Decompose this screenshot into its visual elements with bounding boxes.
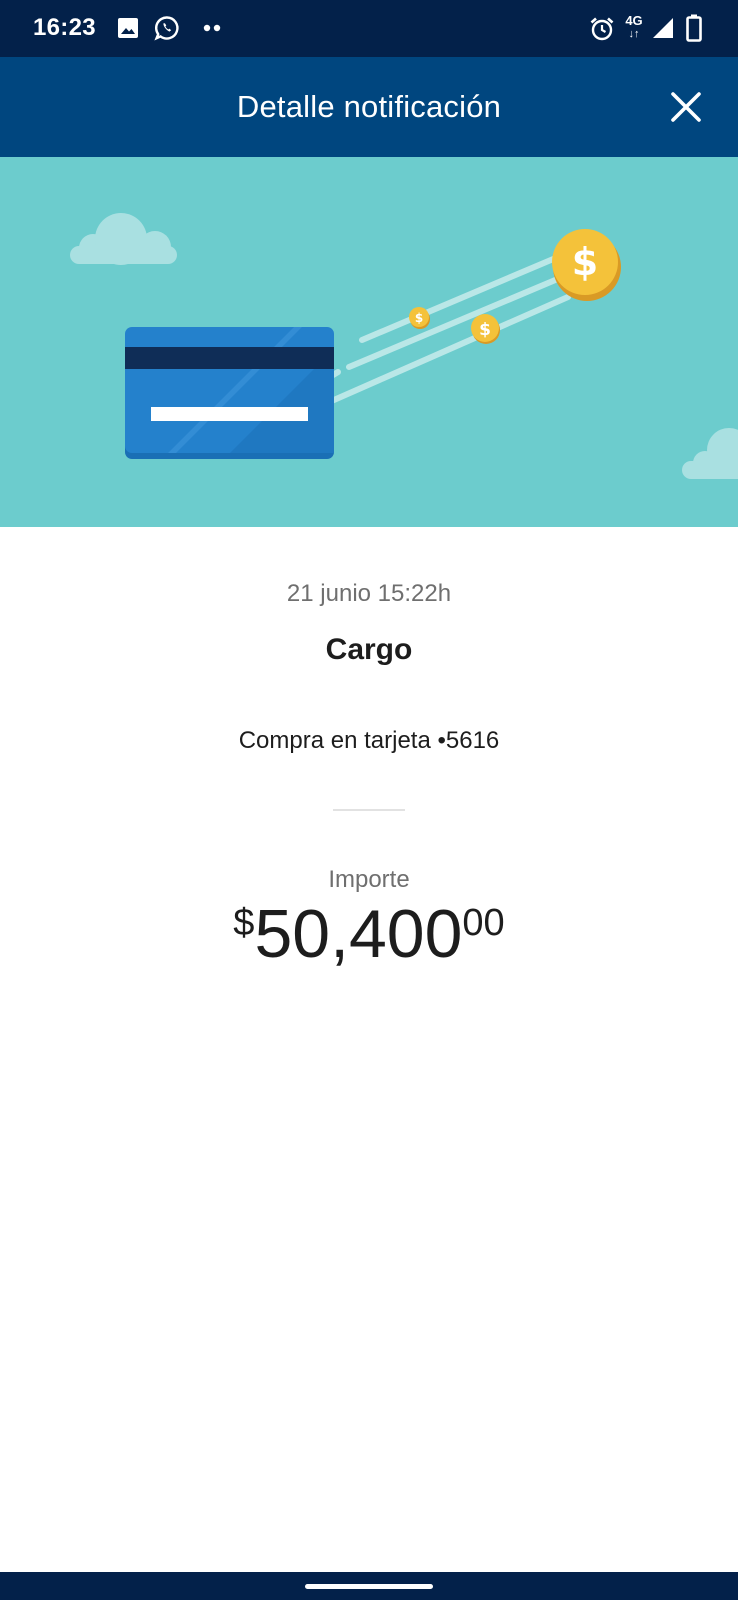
image-icon (118, 18, 138, 38)
coin-icon: $ (552, 229, 621, 301)
svg-text:$: $ (572, 240, 598, 284)
amount-integer: 50,400 (254, 896, 463, 972)
amount-label: Importe (328, 866, 410, 893)
whatsapp-icon (154, 16, 179, 41)
alarm-icon (590, 17, 614, 41)
page-title: Detalle notificación (236, 89, 502, 124)
notification-description: Compra en tarjeta •5616 (238, 727, 500, 754)
notification-title: Cargo (325, 633, 413, 666)
amount-currency: $ (233, 902, 255, 944)
cloud-icon (682, 428, 738, 479)
credit-card-icon (125, 327, 334, 459)
status-bar: 16:23 4G ↓↑ (0, 0, 738, 57)
notification-date: 21 junio 15:22h (286, 580, 452, 607)
app-header: Detalle notificación (0, 57, 738, 157)
status-time: 16:23 (33, 14, 96, 41)
signal-icon (653, 18, 673, 38)
cloud-icon (70, 213, 177, 265)
hero-illustration: $ $ $ (0, 157, 738, 527)
home-indicator[interactable] (305, 1584, 433, 1589)
more-dots-icon (203, 24, 221, 32)
close-icon (671, 92, 701, 122)
svg-text:$: $ (415, 311, 423, 325)
battery-icon (686, 14, 702, 42)
network-4g-icon: 4G ↓↑ (625, 13, 643, 40)
close-button[interactable] (664, 85, 708, 129)
amount-cents: 00 (462, 902, 505, 944)
svg-text:$: $ (479, 320, 491, 340)
card-coins-illustration: $ $ $ (70, 213, 738, 479)
amount-value: $50,40000 (0, 900, 738, 968)
system-navigation-bar (0, 1572, 738, 1600)
divider (333, 809, 405, 811)
